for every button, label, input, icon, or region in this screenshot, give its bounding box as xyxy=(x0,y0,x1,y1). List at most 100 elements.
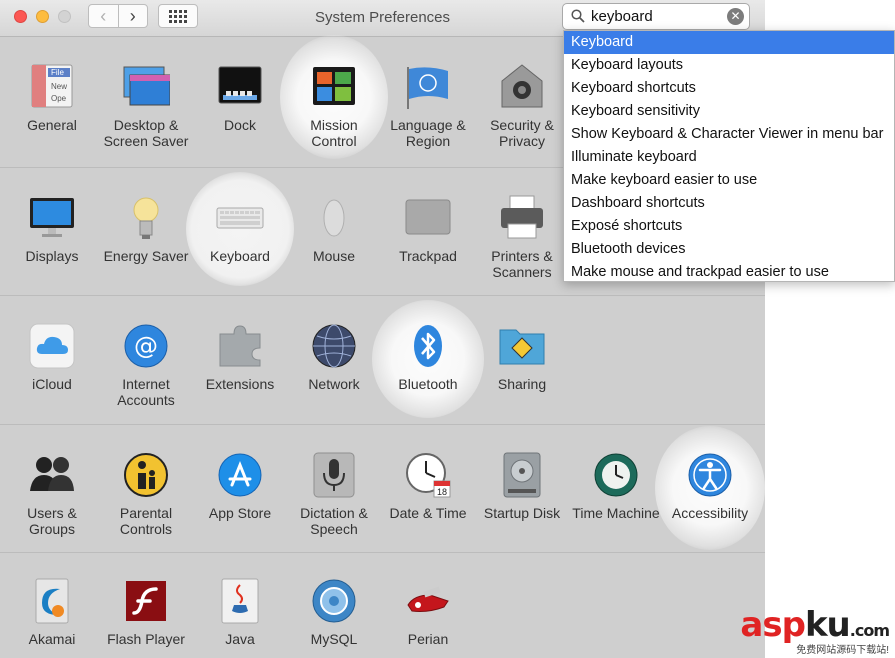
pref-label: Sharing xyxy=(497,376,547,392)
pref-label: General xyxy=(27,117,77,133)
akamai-icon xyxy=(28,577,76,625)
pref-mission-control[interactable]: Mission Control xyxy=(288,63,380,149)
pref-icloud[interactable]: iCloud xyxy=(6,322,98,392)
watermark-brand-a: asp xyxy=(740,605,806,645)
pref-label: App Store xyxy=(208,505,272,521)
pref-label: Bluetooth xyxy=(398,376,458,392)
general-file-text: File xyxy=(51,68,64,77)
search-result-item[interactable]: Exposé shortcuts xyxy=(564,215,894,238)
extensions-icon xyxy=(216,322,264,370)
pref-label: Time Machine xyxy=(572,505,660,521)
pref-java[interactable]: Java xyxy=(194,577,286,647)
search-result-item[interactable]: Make mouse and trackpad easier to use xyxy=(564,261,894,284)
pref-accessibility[interactable]: Accessibility xyxy=(664,451,756,521)
disk-icon xyxy=(498,451,546,499)
pref-language-region[interactable]: Language & Region xyxy=(382,63,474,149)
pref-label: Language & Region xyxy=(390,117,466,149)
desktop-icon xyxy=(122,63,171,111)
pref-sharing[interactable]: Sharing xyxy=(476,322,568,392)
dock-icon xyxy=(216,63,264,111)
pref-desktop-screen-saver[interactable]: Desktop & Screen Saver xyxy=(100,63,192,149)
icloud-icon xyxy=(28,322,76,370)
language-region-icon xyxy=(404,63,452,111)
clock-icon: 18 xyxy=(404,451,452,499)
pref-label: Network xyxy=(308,376,360,392)
general-icon: File New Ope xyxy=(28,63,76,111)
search-result-item[interactable]: Keyboard layouts xyxy=(564,54,894,77)
pref-app-store[interactable]: App Store xyxy=(194,451,286,521)
pref-internet-accounts[interactable]: @ Internet Accounts xyxy=(100,322,192,408)
pref-bluetooth[interactable]: Bluetooth xyxy=(382,322,474,392)
pref-label: Extensions xyxy=(205,376,275,392)
search-result-item[interactable]: Keyboard shortcuts xyxy=(564,77,894,100)
accessibility-icon xyxy=(686,451,734,499)
pref-mysql[interactable]: MySQL xyxy=(288,577,380,647)
pref-general[interactable]: File New Ope General xyxy=(6,63,98,133)
pref-label: Energy Saver xyxy=(103,248,189,264)
pref-label: Printers & Scanners xyxy=(491,248,553,280)
users-icon xyxy=(28,451,76,499)
search-result-item[interactable]: Make keyboard easier to use xyxy=(564,169,894,192)
pref-label: Perian xyxy=(407,631,449,647)
preferences-row: Akamai Flash Player Java MySQL Perian xyxy=(0,552,765,658)
pref-label: Mouse xyxy=(312,248,356,264)
sharing-icon xyxy=(498,322,546,370)
pref-perian[interactable]: Perian xyxy=(382,577,474,647)
pref-energy-saver[interactable]: Energy Saver xyxy=(100,194,192,264)
preferences-row: iCloud @ Internet Accounts Extensions Ne… xyxy=(0,295,765,425)
pref-date-time[interactable]: 18 Date & Time xyxy=(382,451,474,521)
pref-label: Users & Groups xyxy=(27,505,77,537)
watermark-brand-k: ku xyxy=(804,605,851,645)
pref-label: Desktop & Screen Saver xyxy=(103,117,189,149)
search-result-item[interactable]: Show Keyboard & Character Viewer in menu… xyxy=(564,123,894,146)
watermark-logo: aspku.com xyxy=(740,605,890,645)
search-result-item[interactable]: Keyboard xyxy=(564,31,894,54)
app-store-icon xyxy=(216,451,264,499)
bluetooth-icon xyxy=(404,322,452,370)
pref-label: Dictation & Speech xyxy=(300,505,368,537)
search-result-item[interactable]: Illuminate keyboard xyxy=(564,146,894,169)
parental-controls-icon xyxy=(122,451,170,499)
search-result-item[interactable]: Keyboard sensitivity xyxy=(564,100,894,123)
mouse-icon xyxy=(310,194,358,242)
search-field[interactable]: keyboard ✕ xyxy=(562,3,750,30)
pref-label: Accessibility xyxy=(671,505,749,521)
search-input[interactable]: keyboard xyxy=(591,8,653,25)
flash-icon xyxy=(122,577,170,625)
pref-startup-disk[interactable]: Startup Disk xyxy=(476,451,568,521)
pref-label: Parental Controls xyxy=(119,505,173,537)
displays-icon xyxy=(28,194,76,242)
calendar-day-text: 18 xyxy=(437,487,447,497)
pref-parental-controls[interactable]: Parental Controls xyxy=(100,451,192,537)
pref-akamai[interactable]: Akamai xyxy=(6,577,98,647)
pref-keyboard[interactable]: Keyboard xyxy=(194,194,286,264)
search-icon xyxy=(571,9,585,23)
pref-label: Keyboard xyxy=(210,248,270,264)
mysql-icon xyxy=(310,577,358,625)
pref-mouse[interactable]: Mouse xyxy=(288,194,380,264)
pref-dock[interactable]: Dock xyxy=(194,63,286,133)
network-icon xyxy=(310,322,358,370)
pref-label: MySQL xyxy=(310,631,358,647)
clear-search-button[interactable]: ✕ xyxy=(727,8,744,25)
pref-label: Displays xyxy=(25,248,79,264)
pref-extensions[interactable]: Extensions xyxy=(194,322,286,392)
pref-trackpad[interactable]: Trackpad xyxy=(382,194,474,264)
pref-users-groups[interactable]: Users & Groups xyxy=(6,451,98,537)
watermark-brand-com: .com xyxy=(849,621,890,640)
pref-label: Flash Player xyxy=(107,631,185,647)
pref-printers-scanners[interactable]: Printers & Scanners xyxy=(476,194,568,280)
pref-displays[interactable]: Displays xyxy=(6,194,98,264)
pref-label: Dock xyxy=(224,117,256,133)
pref-security-privacy[interactable]: Security & Privacy xyxy=(476,63,568,149)
microphone-icon xyxy=(310,451,358,499)
search-result-item[interactable]: Dashboard shortcuts xyxy=(564,192,894,215)
pref-flash-player[interactable]: Flash Player xyxy=(100,577,192,647)
pref-dictation-speech[interactable]: Dictation & Speech xyxy=(288,451,380,537)
search-result-item[interactable]: Bluetooth devices xyxy=(564,238,894,261)
pref-time-machine[interactable]: Time Machine xyxy=(570,451,662,521)
pref-label: Internet Accounts xyxy=(117,376,175,408)
general-new-text: New xyxy=(51,82,67,91)
mission-control-icon xyxy=(310,63,358,111)
pref-network[interactable]: Network xyxy=(288,322,380,392)
